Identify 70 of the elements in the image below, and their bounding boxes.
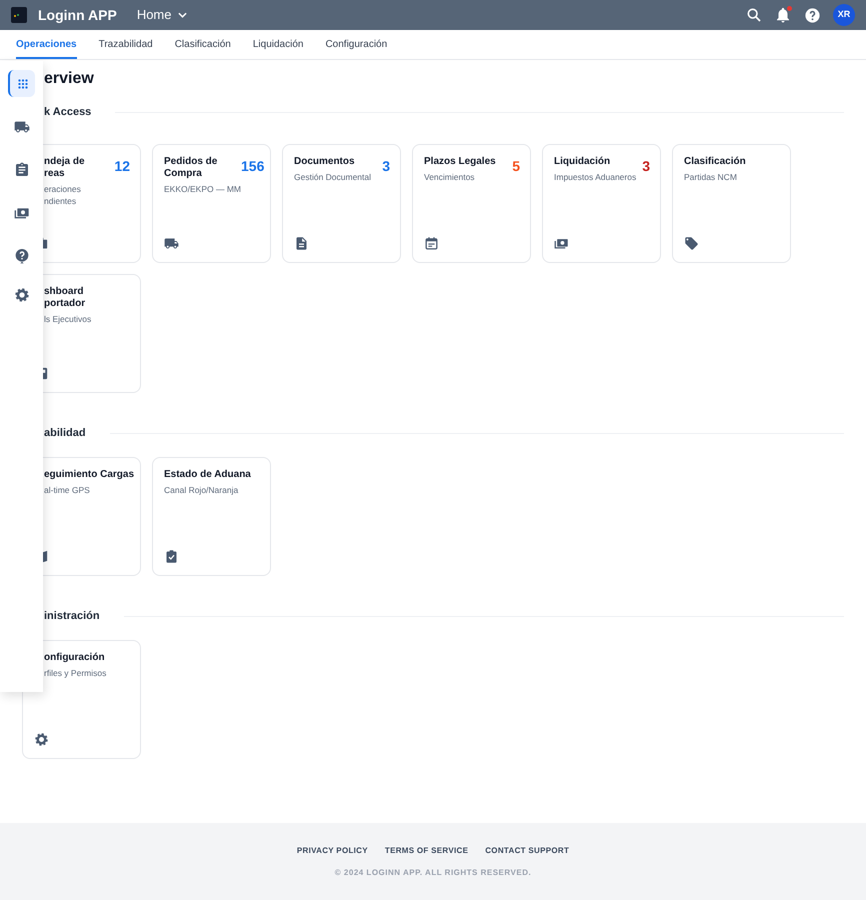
quick-access-card[interactable]: Clasificación Partidas NCM [672, 144, 791, 263]
card-title: onfiguración [44, 652, 106, 664]
card-title: Liquidación [554, 156, 612, 168]
apps-grid-icon [16, 76, 30, 90]
card-subtitle: ls Ejecutivos [44, 313, 92, 325]
card-title: Plazos Legales [424, 156, 496, 168]
card-title: portador [44, 298, 86, 310]
count-label: 3 [382, 158, 390, 174]
nav-tab[interactable]: Operaciones [16, 30, 77, 59]
notifications-icon[interactable] [774, 6, 792, 24]
settings-icon [34, 732, 49, 747]
card-subtitle: Vencimientos [424, 171, 476, 183]
page-title: erview [44, 69, 95, 89]
clipboard-icon [14, 162, 30, 178]
nav-tab[interactable]: Clasificación [174, 30, 231, 59]
clipboard-check-icon [164, 549, 179, 564]
section-heading: inistración [44, 608, 100, 624]
card-title: Clasificación [684, 156, 746, 168]
footer-link[interactable]: TERMS OF SERVICE [384, 845, 468, 857]
card-subtitle: EKKO/EKPO — MM [164, 183, 241, 195]
home-menu[interactable]: Home [136, 5, 186, 25]
card-title: Pedidos de [164, 156, 218, 168]
footer-link[interactable]: CONTACT SUPPORT [485, 845, 570, 857]
quick-access-card[interactable]: Liquidación Impuestos Aduaneros 3 [542, 144, 661, 263]
quick-access-card[interactable]: Plazos Legales Vencimientos 5 [412, 144, 531, 263]
quick-access-card[interactable]: onfiguración rfiles y Permisos [22, 640, 141, 759]
help-icon[interactable] [804, 6, 821, 24]
card-subtitle: Gestión Documental [294, 171, 372, 183]
card-title: eguimiento Cargas [44, 469, 134, 481]
card-title: reas [44, 168, 66, 180]
card-subtitle: Partidas NCM [684, 171, 738, 183]
count-label: 12 [114, 158, 130, 174]
footer-link[interactable]: PRIVACY POLICY [296, 845, 368, 857]
truck-icon [164, 236, 179, 251]
card-title: Documentos [294, 156, 356, 168]
card-title: Compra [164, 168, 203, 180]
copyright-text: © 2024 LOGINN APP. ALL RIGHTS RESERVED. [334, 867, 532, 879]
section-heading: abilidad [44, 426, 86, 441]
nav-tab[interactable]: Liquidación [252, 30, 304, 59]
quick-access-card[interactable]: Estado de Aduana Canal Rojo/Naranja [152, 457, 271, 576]
search-icon[interactable] [746, 7, 762, 23]
nav-tab[interactable]: Trazabilidad [98, 30, 153, 59]
card-subtitle: eraciones [44, 183, 82, 195]
document-icon [294, 236, 309, 251]
card-subtitle: rfiles y Permisos [44, 667, 106, 679]
card-subtitle: Canal Rojo/Naranja [164, 484, 240, 496]
section-heading: k Access [44, 104, 92, 120]
nav-tab[interactable]: Configuración [325, 30, 388, 59]
count-label: 156 [241, 158, 264, 174]
card-title: Estado de Aduana [164, 469, 251, 481]
count-label: 5 [512, 158, 520, 174]
app-name: Loginn APP [38, 6, 117, 25]
sidebar-item[interactable] [8, 70, 35, 97]
user-avatar[interactable]: XR [833, 4, 855, 26]
quick-access-card[interactable]: Documentos Gestión Documental 3 [282, 144, 401, 263]
card-subtitle: ndientes [44, 195, 78, 207]
quick-access-card[interactable]: Pedidos de Compra EKKO/EKPO — MM 156 [152, 144, 271, 263]
tag-icon [684, 236, 699, 251]
app-logo [11, 7, 27, 23]
card-title: ndeja de [44, 156, 85, 168]
card-subtitle: Impuestos Aduaneros [554, 171, 636, 183]
count-label: 3 [642, 158, 650, 174]
banknote-icon [554, 236, 569, 251]
truck-icon [14, 118, 30, 134]
help-icon [14, 248, 30, 264]
settings-icon [14, 286, 30, 302]
calendar-icon [424, 236, 439, 251]
card-title: shboard [44, 286, 84, 298]
card-subtitle: al-time GPS [44, 484, 91, 496]
chevron-down-icon [178, 12, 186, 18]
